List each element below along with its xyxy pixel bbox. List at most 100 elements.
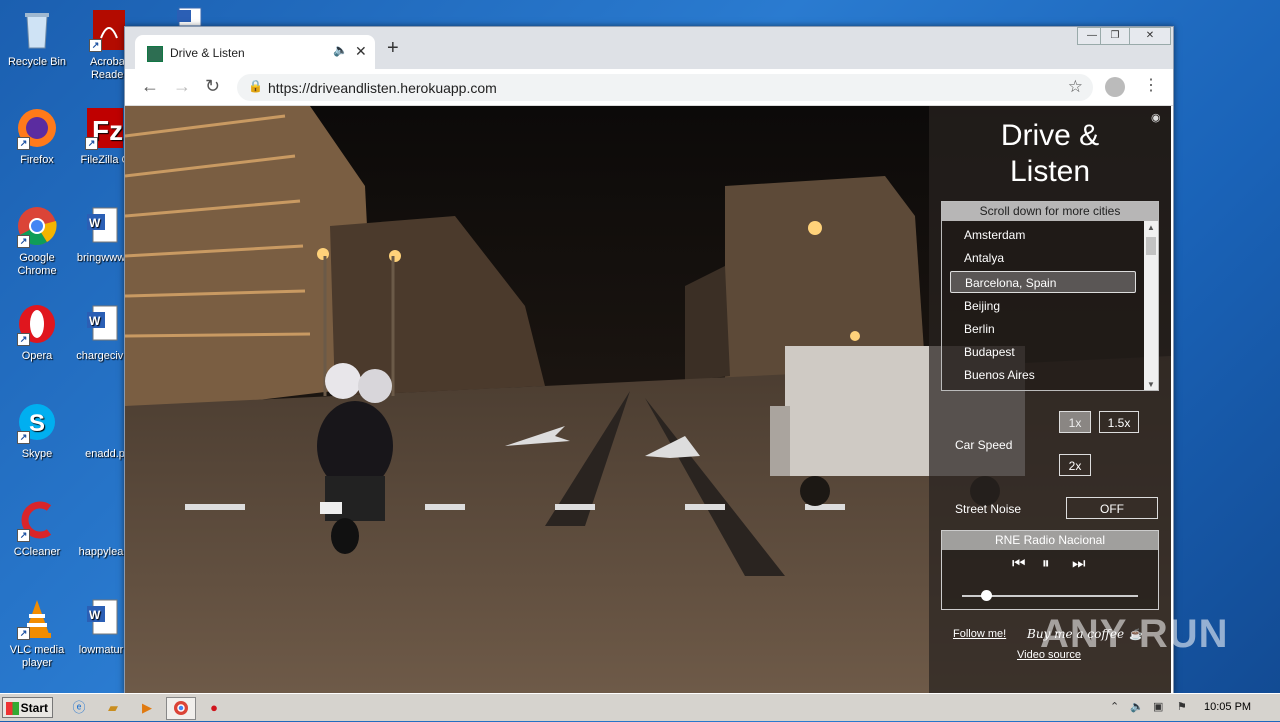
- desktop-icon-label: Firefox: [20, 154, 54, 166]
- chrome-icon: ↗: [15, 204, 59, 248]
- desktop-icon-label: VLC media player: [9, 644, 65, 669]
- shortcut-arrow-icon: ↗: [89, 39, 102, 52]
- start-button[interactable]: Start: [2, 697, 53, 718]
- new-tab-button[interactable]: +: [387, 38, 399, 58]
- word-doc-icon: W: [79, 302, 123, 346]
- city-list[interactable]: Scroll down for more cities Amsterdam An…: [941, 201, 1159, 391]
- tab-drive-and-listen[interactable]: Drive & Listen 🔈 ✕: [135, 35, 375, 69]
- city-item[interactable]: Beijing: [950, 295, 1136, 317]
- city-list-scrollbar[interactable]: ▲ ▼: [1144, 221, 1158, 390]
- maximize-button[interactable]: ❐: [1100, 27, 1130, 45]
- desktop-icon-vlc[interactable]: ↗ VLC media player: [2, 596, 72, 670]
- speed-2x-button[interactable]: 2x: [1059, 454, 1091, 476]
- desktop-icon-recycle-bin[interactable]: Recycle Bin: [2, 8, 72, 69]
- forward-arrow-icon[interactable]: →: [173, 77, 191, 95]
- speed-1x-button[interactable]: 1x: [1059, 411, 1091, 433]
- action-center-flag-icon[interactable]: ⚑: [1177, 700, 1187, 713]
- tray-overflow-icon[interactable]: ⌃: [1110, 700, 1119, 713]
- tab-strip: Drive & Listen 🔈 ✕ + — ❐ ✕: [125, 27, 1173, 69]
- city-item[interactable]: Amsterdam: [950, 224, 1136, 246]
- street-noise-toggle[interactable]: OFF: [1066, 497, 1158, 519]
- scroll-up-icon[interactable]: ▲: [1147, 223, 1155, 232]
- speed-1-5x-button[interactable]: 1.5x: [1099, 411, 1139, 433]
- back-arrow-icon[interactable]: ←: [141, 77, 159, 95]
- desktop-icon-opera[interactable]: ↗ Opera: [2, 302, 72, 363]
- radio-station-name: RNE Radio Nacional: [942, 531, 1158, 550]
- desktop-icon-chrome[interactable]: ↗ Google Chrome: [2, 204, 72, 278]
- desktop-icon-ccleaner[interactable]: ↗ CCleaner: [2, 498, 72, 559]
- volume-slider-knob[interactable]: [981, 590, 993, 601]
- recycle-bin-icon: [15, 8, 59, 52]
- follow-me-link[interactable]: Follow me!: [953, 628, 1006, 640]
- volume-icon[interactable]: 🔈: [1130, 700, 1144, 713]
- tab-title: Drive & Listen: [170, 46, 245, 60]
- browser-menu-icon[interactable]: ⋮: [1143, 77, 1159, 95]
- desktop-icon-skype[interactable]: S ↗ Skype: [2, 400, 72, 461]
- pause-icon[interactable]: ⏸: [1042, 556, 1050, 572]
- svg-text:W: W: [89, 314, 101, 328]
- desktop-icon-firefox[interactable]: ↗ Firefox: [2, 106, 72, 167]
- system-clock[interactable]: 10:05 PM: [1204, 701, 1251, 713]
- scrollbar-thumb[interactable]: [1146, 237, 1156, 255]
- street-noise-label: Street Noise: [955, 502, 1022, 516]
- svg-text:S: S: [29, 410, 45, 437]
- audio-playing-icon[interactable]: 🔈: [333, 43, 348, 57]
- control-panel: ◉ Drive & Listen Scroll down for more ci…: [929, 106, 1171, 693]
- address-bar[interactable]: 🔒 https://driveandlisten.herokuapp.com ☆: [237, 74, 1093, 101]
- lock-icon: 🔒: [248, 79, 263, 93]
- shortcut-arrow-icon: ↗: [17, 235, 30, 248]
- explorer-folder-icon[interactable]: ▰: [102, 697, 124, 718]
- city-list-header: Scroll down for more cities: [942, 202, 1158, 221]
- opera-taskbar-icon[interactable]: ●: [203, 697, 225, 718]
- anyrun-watermark: ANY RUN: [1040, 612, 1229, 656]
- shortcut-arrow-icon: ↗: [17, 333, 30, 346]
- city-item[interactable]: Buenos Aires: [950, 364, 1136, 386]
- city-item[interactable]: Budapest: [950, 341, 1136, 363]
- scroll-down-icon[interactable]: ▼: [1147, 380, 1155, 389]
- network-icon[interactable]: ▣: [1153, 700, 1163, 713]
- radio-player: RNE Radio Nacional ⏮ ⏸ ⏭: [941, 530, 1159, 610]
- start-label: Start: [20, 701, 48, 715]
- svg-text:W: W: [89, 216, 101, 230]
- browser-window: Drive & Listen 🔈 ✕ + — ❐ ✕ ← → ↻ 🔒 https…: [124, 26, 1174, 694]
- brand-line-1: Drive &: [1000, 119, 1100, 152]
- ie-icon[interactable]: ⓔ: [68, 697, 90, 718]
- chrome-taskbar-icon[interactable]: [166, 697, 196, 720]
- vlc-icon: ↗: [15, 596, 59, 640]
- reload-icon[interactable]: ↻: [205, 77, 220, 95]
- word-doc-icon: W: [79, 204, 123, 248]
- page-viewport: ◉ Drive & Listen Scroll down for more ci…: [125, 106, 1171, 693]
- profile-avatar[interactable]: [1105, 77, 1125, 97]
- next-station-icon[interactable]: ⏭: [1072, 556, 1086, 572]
- city-item[interactable]: Berlin: [950, 318, 1136, 340]
- skype-icon: S ↗: [15, 400, 59, 444]
- windows-logo-icon: [6, 702, 19, 715]
- shortcut-arrow-icon: ↗: [85, 137, 98, 150]
- document-icon: [165, 4, 209, 27]
- desktop-icon-label: Skype: [21, 448, 53, 460]
- file-icon: [83, 400, 127, 444]
- desktop-icon-label: Google Chrome: [17, 252, 57, 277]
- city-item[interactable]: Antalya: [950, 247, 1136, 269]
- shortcut-arrow-icon: ↗: [17, 431, 30, 444]
- desktop-icon-label: Opera: [21, 350, 53, 362]
- browser-toolbar: ← → ↻ 🔒 https://driveandlisten.herokuapp…: [125, 69, 1173, 106]
- close-window-button[interactable]: ✕: [1129, 27, 1171, 45]
- media-player-icon[interactable]: ▶: [136, 697, 158, 718]
- taskbar: Start ⓔ ▰ ▶ ● ⌃ 🔈 ▣ ⚑ 10:05 PM: [0, 693, 1280, 721]
- previous-station-icon[interactable]: ⏮: [1012, 556, 1026, 572]
- word-doc-icon: W: [79, 596, 123, 640]
- shortcut-arrow-icon: ↗: [17, 529, 30, 542]
- car-speed-label: Car Speed: [955, 438, 1013, 452]
- city-item-selected[interactable]: Barcelona, Spain: [950, 271, 1136, 293]
- svg-text:W: W: [89, 608, 101, 622]
- site-favicon-icon: [147, 46, 163, 62]
- filezilla-icon: Fz ↗: [83, 106, 127, 150]
- close-tab-icon[interactable]: ✕: [355, 43, 367, 60]
- firefox-icon: ↗: [15, 106, 59, 150]
- file-icon: [79, 498, 123, 542]
- desktop-icon-label: CCleaner: [13, 546, 61, 558]
- ccleaner-icon: ↗: [15, 498, 59, 542]
- bookmark-star-icon[interactable]: ☆: [1068, 77, 1083, 97]
- desktop-icon-label: Recycle Bin: [7, 56, 67, 68]
